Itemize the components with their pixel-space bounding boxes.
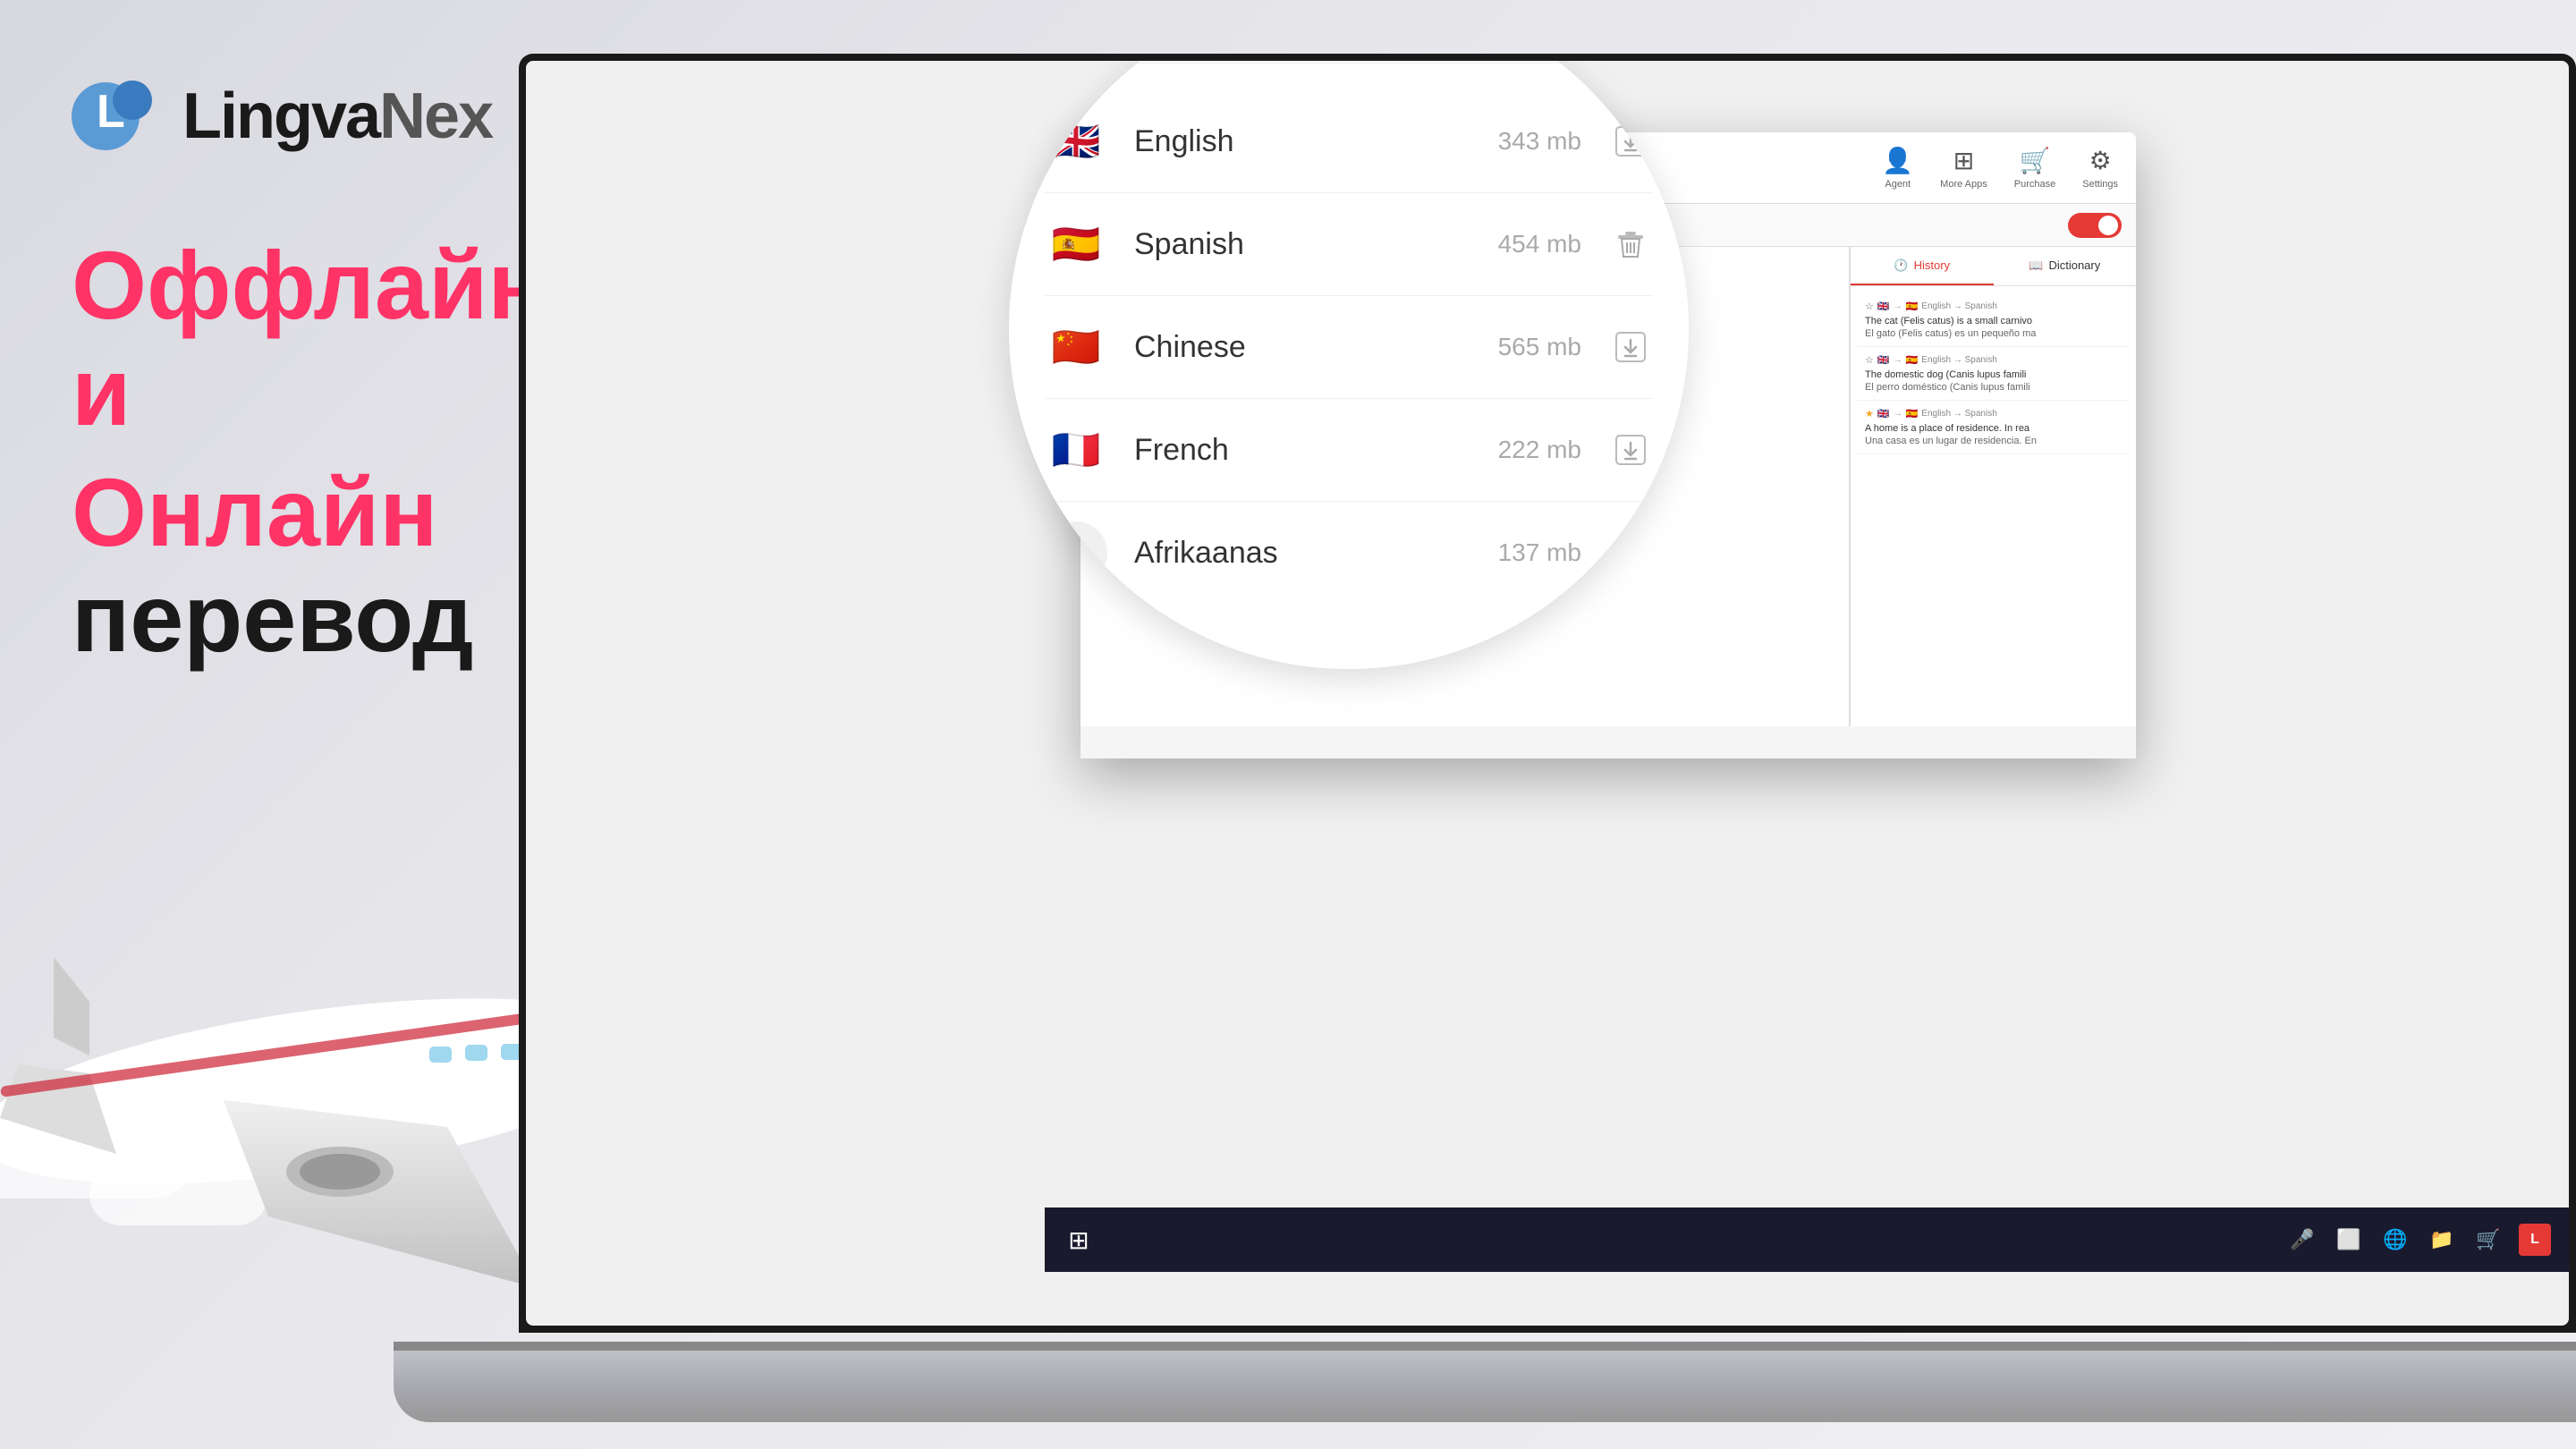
history-item-header-2: ☆ 🇬🇧 → 🇪🇸 English → Spanish <box>1865 354 2122 366</box>
history-item-original-3: A home is a place of residence. In rea <box>1865 423 2122 434</box>
tab-dictionary[interactable]: 📖 Dictionary <box>1994 247 2137 285</box>
lang-labels-2: English → Spanish <box>1921 355 1997 365</box>
star-icon-3[interactable]: ★ <box>1865 408 1874 419</box>
headline-online: Онлайн <box>72 458 438 566</box>
lingvanex-logo-icon: L <box>72 72 161 161</box>
flag-english: 🇬🇧 <box>1045 110 1107 173</box>
history-clock-icon: 🕐 <box>1894 258 1908 273</box>
more-apps-label: More Apps <box>1940 179 1987 190</box>
history-item: ★ 🇬🇧 → 🇪🇸 English → Spanish A home is a … <box>1858 401 2129 454</box>
lang-labels-3: English → Spanish <box>1921 409 1997 419</box>
taskbar-microphone[interactable]: 🎤 <box>2286 1224 2318 1256</box>
lang-name-chinese: Chinese <box>1134 330 1429 365</box>
headline-perevod: перевод <box>72 564 473 672</box>
left-content: L LingvaNex Оффлайн и Онлайн перевод <box>72 72 590 672</box>
flag-french: 🇫🇷 <box>1045 419 1107 481</box>
language-item-afrikaanas: AF Afrikaanas 137 mb <box>1045 502 1653 604</box>
history-items-list: ☆ 🇬🇧 → 🇪🇸 English → Spanish The cat (Fel… <box>1851 286 2136 462</box>
flag-es-1: 🇪🇸 <box>1906 301 1919 312</box>
lang-name-english: English <box>1134 124 1429 159</box>
history-item-header-3: ★ 🇬🇧 → 🇪🇸 English → Spanish <box>1865 408 2122 419</box>
history-tab-label: History <box>1914 258 1950 272</box>
screen-bezel: T Translator 👤 Agent ⊞ More Apps 🛒 P <box>519 54 2576 1333</box>
agent-icon: 👤 <box>1882 146 1913 175</box>
history-item: ☆ 🇬🇧 → 🇪🇸 English → Spanish The domestic… <box>1858 347 2129 401</box>
taskbar: ⊞ 🎤 ⬜ 🌐 📁 🛒 L <box>1045 1208 2569 1272</box>
purchase-label: Purchase <box>2014 179 2055 190</box>
lang-size-afrikaanas: 137 mb <box>1456 538 1581 567</box>
history-panel: 🕐 History 📖 Dictionary ☆ <box>1850 247 2136 726</box>
flag-es-2: 🇪🇸 <box>1906 354 1919 366</box>
taskbar-start[interactable]: ⊞ <box>1063 1224 1095 1256</box>
languages-list: 🇬🇧 English 343 mb 🇪🇸 Spanish <box>1009 64 1689 631</box>
flag-es-3: 🇪🇸 <box>1906 408 1919 419</box>
settings-icon: ⚙ <box>2089 146 2112 175</box>
flag-en-3: 🇬🇧 <box>1877 408 1890 419</box>
taskbar-explorer[interactable]: 📁 <box>2426 1224 2458 1256</box>
dictionary-book-icon: 📖 <box>2029 258 2043 273</box>
toolbar-purchase[interactable]: 🛒 Purchase <box>2014 146 2055 190</box>
language-item-french: 🇫🇷 French 222 mb <box>1045 399 1653 502</box>
download-icon-french[interactable] <box>1608 434 1653 466</box>
taskbar-lingvanex[interactable]: L <box>2519 1224 2551 1256</box>
brand-part1: Lingva <box>182 80 379 152</box>
toolbar-icons: 👤 Agent ⊞ More Apps 🛒 Purchase ⚙ Setting… <box>1882 146 2118 190</box>
history-tabs: 🕐 History 📖 Dictionary <box>1851 247 2136 286</box>
history-item: ☆ 🇬🇧 → 🇪🇸 English → Spanish The cat (Fel… <box>1858 293 2129 347</box>
lang-size-spanish: 454 mb <box>1456 230 1581 258</box>
settings-label: Settings <box>2082 179 2118 190</box>
laptop-bottom <box>394 1351 2576 1422</box>
flag-chinese: 🇨🇳 <box>1045 316 1107 378</box>
lang-labels-1: English → Spanish <box>1921 301 1997 311</box>
lang-arrow-2: → <box>1894 355 1902 365</box>
download-icon-chinese[interactable] <box>1608 331 1653 363</box>
brand-part2: Nex <box>379 80 492 152</box>
logo-area: L LingvaNex <box>72 72 590 161</box>
purchase-icon: 🛒 <box>2020 146 2051 175</box>
history-item-translated-2: El perro doméstico (Canis lupus famili <box>1865 382 2122 393</box>
svg-text:L: L <box>97 86 125 138</box>
toolbar-agent[interactable]: 👤 Agent <box>1882 146 1913 190</box>
headline-line2: Онлайн перевод <box>72 460 590 673</box>
lang-size-french: 222 mb <box>1456 436 1581 464</box>
star-icon-2[interactable]: ☆ <box>1865 354 1874 366</box>
tab-history[interactable]: 🕐 History <box>1851 247 1994 285</box>
toggle-switch[interactable] <box>2068 213 2122 238</box>
flag-spanish: 🇪🇸 <box>1045 213 1107 275</box>
taskbar-edge[interactable]: 🌐 <box>2379 1224 2411 1256</box>
lang-name-spanish: Spanish <box>1134 227 1429 262</box>
lang-name-french: French <box>1134 433 1429 468</box>
history-item-translated-1: El gato (Felis catus) es un pequeño ma <box>1865 328 2122 339</box>
language-item-english: 🇬🇧 English 343 mb <box>1045 90 1653 193</box>
history-item-translated-3: Una casa es un lugar de residencia. En <box>1865 436 2122 446</box>
lang-arrow-3: → <box>1894 409 1902 419</box>
agent-label: Agent <box>1885 179 1911 190</box>
flag-en-2: 🇬🇧 <box>1877 354 1890 366</box>
star-icon-1[interactable]: ☆ <box>1865 301 1874 312</box>
taskbar-store[interactable]: 🛒 <box>2472 1224 2504 1256</box>
history-item-header: ☆ 🇬🇧 → 🇪🇸 English → Spanish <box>1865 301 2122 312</box>
lang-size-chinese: 565 mb <box>1456 333 1581 361</box>
language-item-spanish: 🇪🇸 Spanish 454 mb <box>1045 193 1653 296</box>
more-apps-icon: ⊞ <box>1953 146 1974 175</box>
history-item-original-2: The domestic dog (Canis lupus famili <box>1865 369 2122 380</box>
logo-text: LingvaNex <box>182 80 492 153</box>
lang-name-afrikaanas: Afrikaanas <box>1134 536 1429 571</box>
toolbar-more-apps[interactable]: ⊞ More Apps <box>1940 146 1987 190</box>
language-item-chinese: 🇨🇳 Chinese 565 mb <box>1045 296 1653 399</box>
toolbar-settings[interactable]: ⚙ Settings <box>2082 146 2118 190</box>
delete-icon-spanish[interactable] <box>1608 228 1653 260</box>
lang-size-english: 343 mb <box>1456 127 1581 156</box>
dictionary-tab-label: Dictionary <box>2048 258 2100 272</box>
lang-arrow-1: → <box>1894 301 1902 311</box>
screen-inner: T Translator 👤 Agent ⊞ More Apps 🛒 P <box>526 61 2569 1326</box>
taskbar-windows[interactable]: ⬜ <box>2333 1224 2365 1256</box>
headline-line1: Оффлайн и <box>72 233 590 445</box>
flag-en-1: 🇬🇧 <box>1877 301 1890 312</box>
history-item-original-1: The cat (Felis catus) is a small carnivo <box>1865 316 2122 326</box>
